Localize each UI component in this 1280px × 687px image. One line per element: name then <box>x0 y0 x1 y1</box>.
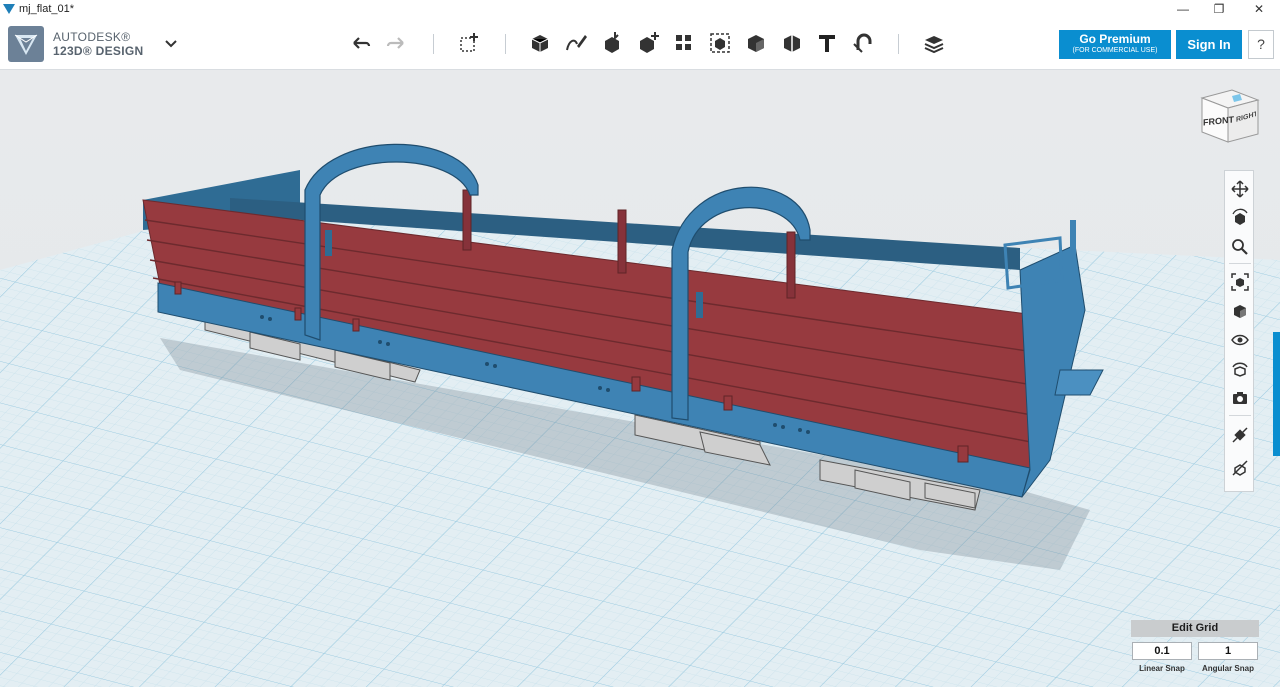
pan-icon[interactable] <box>1230 179 1250 199</box>
zoom-icon[interactable] <box>1230 237 1250 257</box>
orbit-icon[interactable] <box>1230 208 1250 228</box>
app-logo-icon <box>3 4 15 14</box>
visibility-icon[interactable] <box>1230 330 1250 350</box>
edit-grid-button[interactable]: Edit Grid <box>1131 620 1259 637</box>
snap-grid-icon[interactable] <box>1230 425 1250 445</box>
nav-separator <box>1229 415 1251 416</box>
hide-icon[interactable] <box>1230 458 1250 478</box>
materials-icon[interactable] <box>921 30 947 56</box>
fit-icon[interactable] <box>1230 272 1250 292</box>
window-title: mj_flat_01* <box>19 3 75 15</box>
navigation-bar <box>1224 170 1254 492</box>
logo-mark-icon <box>14 34 38 55</box>
window-title-bar: mj_flat_01* — ❐ ✕ <box>0 0 1280 19</box>
linear-snap-label: Linear Snap <box>1139 664 1185 673</box>
sign-in-button[interactable]: Sign In <box>1176 30 1242 59</box>
chevron-down-icon[interactable] <box>164 38 178 50</box>
main-toolbar: AUTODESK® 123D® DESIGN Go Premium (FOR C… <box>0 19 1280 70</box>
maximize-button[interactable]: ❐ <box>1202 0 1236 19</box>
close-button[interactable]: ✕ <box>1242 0 1276 19</box>
toolbar-separator <box>898 34 899 54</box>
grid-panel: Edit Grid 0.1 1 Linear Snap Angular Snap <box>1131 620 1260 676</box>
grouping-icon[interactable] <box>707 30 733 56</box>
primitives-icon[interactable] <box>527 30 553 56</box>
linear-snap-input[interactable]: 0.1 <box>1132 642 1192 660</box>
transform-icon[interactable] <box>456 30 482 56</box>
combine-icon[interactable] <box>743 30 769 56</box>
app-logo[interactable] <box>8 26 44 62</box>
pattern-icon[interactable] <box>671 30 697 56</box>
scene-canvas[interactable] <box>0 70 1280 687</box>
toolbar-separator <box>505 34 506 54</box>
text-icon[interactable] <box>814 30 840 56</box>
angular-snap-label: Angular Snap <box>1201 664 1254 673</box>
construct-icon[interactable] <box>599 30 625 56</box>
brand-line-1: AUTODESK® <box>53 30 131 44</box>
nav-separator <box>1229 263 1251 264</box>
3d-viewport[interactable]: FRONT RIGHT Edit Grid 0.1 1 Linear Snap … <box>0 70 1280 687</box>
viewcube[interactable]: FRONT RIGHT <box>1196 86 1260 154</box>
modify-icon[interactable] <box>635 30 661 56</box>
help-button[interactable]: ? <box>1248 30 1274 59</box>
brand-line-2: 123D® DESIGN <box>53 44 144 58</box>
screenshot-icon[interactable] <box>1230 388 1250 408</box>
go-premium-label: Go Premium <box>1079 32 1151 46</box>
measure-icon[interactable] <box>779 30 805 56</box>
go-premium-button[interactable]: Go Premium (FOR COMMERCIAL USE) <box>1059 30 1171 59</box>
materials-outline-icon[interactable] <box>1230 359 1250 379</box>
toolbar-separator <box>433 34 434 54</box>
sketch-icon[interactable] <box>563 30 589 56</box>
view-mode-icon[interactable] <box>1230 301 1250 321</box>
redo-icon[interactable] <box>383 30 409 56</box>
go-premium-sublabel: (FOR COMMERCIAL USE) <box>1072 47 1158 54</box>
angular-snap-input[interactable]: 1 <box>1198 642 1258 660</box>
undo-icon[interactable] <box>348 30 374 56</box>
side-panel-toggle[interactable] <box>1273 332 1280 456</box>
snap-icon[interactable] <box>850 30 876 56</box>
minimize-button[interactable]: — <box>1166 0 1200 19</box>
